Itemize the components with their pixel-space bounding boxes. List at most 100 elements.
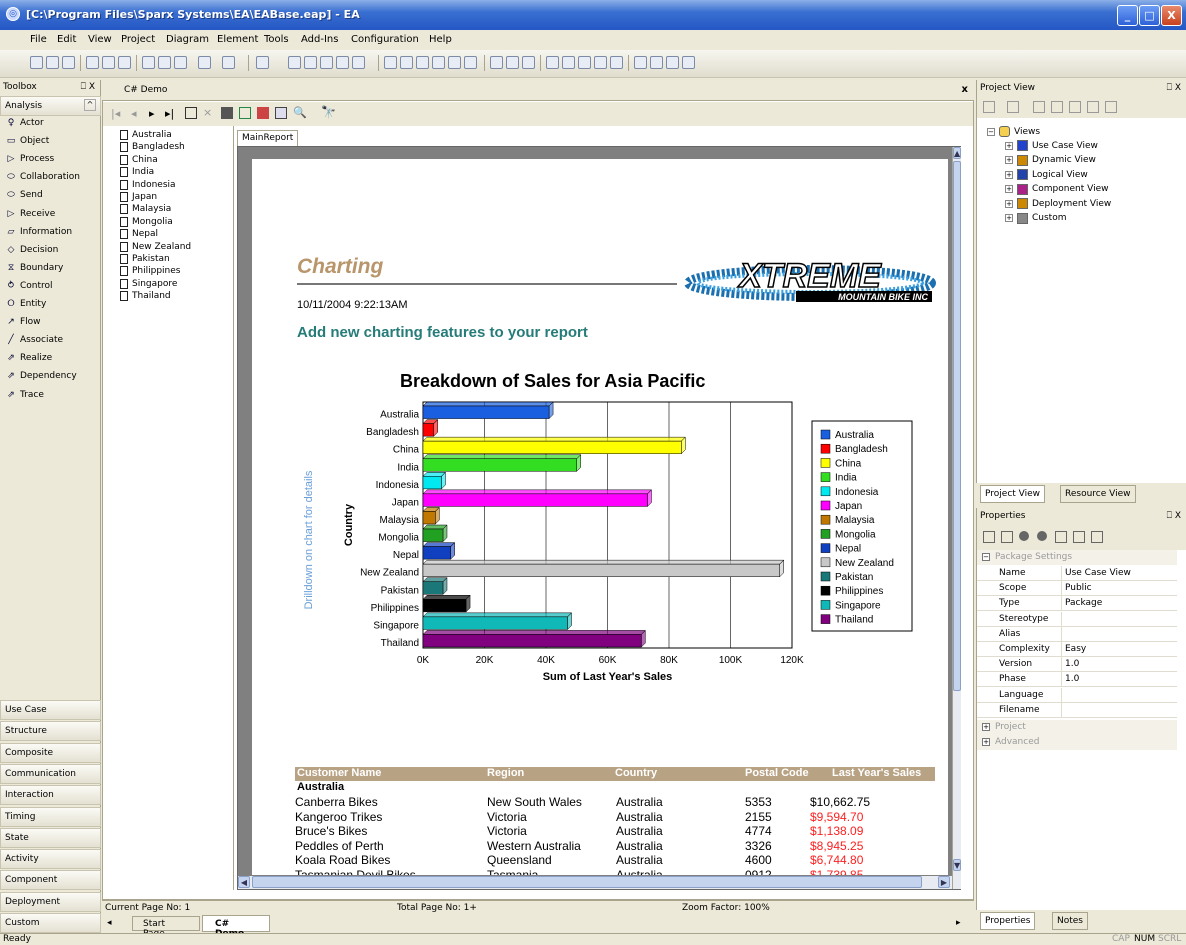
toolbox-item-object[interactable]: ▭ Object [6,136,50,146]
tab-csharp-demo[interactable]: C# Demo [202,915,270,939]
property-row-filename[interactable]: Filename [977,702,1177,718]
toolbox-item-collaboration[interactable]: ⬭ Collaboration [6,172,80,182]
bar-chart[interactable]: 0K 20K 40K 60K 80K 100K 120K Australia Banglades… [292,395,932,715]
tree-node-philippines[interactable]: Philippines [120,266,181,277]
tree-node-malaysia[interactable]: Malaysia [120,204,171,215]
property-row-name[interactable]: Name Use Case View [977,566,1177,581]
property-value[interactable]: Use Case View [1065,568,1131,578]
first-page-icon[interactable]: |◂ [111,107,120,120]
toolbox-category-structure[interactable]: Structure [0,721,101,742]
new-diagram-icon[interactable] [1007,101,1019,113]
toolbox-item-send[interactable]: ⬭ Send [6,190,43,200]
toolbox-category-state[interactable]: State [0,827,101,848]
toggle-tree-icon[interactable] [275,107,287,119]
same-size-icon[interactable] [464,56,477,69]
property-value[interactable]: 1.0 [1065,659,1079,669]
print-report-icon[interactable] [221,107,233,119]
table-row[interactable]: Peddles of Perth Western Australia Austral… [252,839,948,853]
toolbox-category-custom[interactable]: Custom [0,913,101,933]
toolbox-category-use-case[interactable]: Use Case [0,700,101,720]
toolbox-item-realize[interactable]: ⇗ Realize [6,353,52,363]
menu-project[interactable]: Project [121,34,155,45]
grid-icon[interactable] [650,56,663,69]
table-row[interactable]: Tasmanian Devil Bikes Tasmania Australia 09… [252,868,948,876]
section-project[interactable]: + Project [977,720,1177,735]
print-preview-icon[interactable] [142,56,155,69]
new-package-icon[interactable] [983,101,995,113]
link-icon[interactable] [256,56,269,69]
save-icon[interactable] [62,56,75,69]
pin-icon[interactable] [1073,531,1085,543]
expand-icon[interactable]: + [982,723,990,731]
zoom-page-icon[interactable] [610,56,623,69]
tree-node-india[interactable]: India [120,167,154,178]
align-bottom-icon[interactable] [448,56,461,69]
tree-node-indonesia[interactable]: Indonesia [120,179,176,190]
bar-pakistan[interactable] [422,577,448,595]
menu-help[interactable]: Help [429,34,452,45]
toolbox-item-information[interactable]: ▱ Information [6,227,73,237]
section-package-settings[interactable]: − Package Settings [977,550,1177,565]
toolbox-item-receive[interactable]: ▷ Receive [6,209,56,219]
search-icon[interactable]: 🔭 [321,105,336,119]
refresh-icon[interactable] [239,107,251,119]
property-value[interactable]: Public [1065,583,1092,593]
tab-start-page[interactable]: Start Page [132,916,200,939]
toolbox-item-trace[interactable]: ⇗ Trace [6,390,44,400]
menu-add-ins[interactable]: Add-Ins [301,34,338,45]
text-icon[interactable] [320,56,333,69]
toolbox-category-analysis[interactable]: Analysis ^ [0,96,101,116]
event-icon[interactable] [1037,531,1047,541]
menu-diagram[interactable]: Diagram [166,34,209,45]
properties-icon[interactable] [198,56,211,69]
toolbox-category-activity[interactable]: Activity [0,849,101,870]
align-left-icon[interactable] [384,56,397,69]
bar-philippines[interactable] [422,594,471,613]
bar-nepal[interactable] [422,541,456,560]
toolbox-item-boundary[interactable]: ⧖ Boundary [6,263,64,273]
expand-icon[interactable]: + [1005,214,1013,222]
align-center-icon[interactable] [400,56,413,69]
property-row-version[interactable]: Version 1.0 [977,657,1177,673]
last-page-icon[interactable]: ▸| [165,107,174,120]
table-row[interactable]: Bruce's Bikes Victoria Australia 4774 $1,138… [252,824,948,838]
tree-node-china[interactable]: China [120,154,158,165]
toolbox-category-timing[interactable]: Timing [0,806,101,827]
bar-china[interactable] [422,436,686,455]
expand-icon[interactable]: + [1005,156,1013,164]
expand-icon[interactable]: + [1005,199,1013,208]
tree-node-use-case-view[interactable]: + Use Case View [1005,140,1098,151]
expand-icon[interactable]: + [1005,185,1013,193]
toolbox-item-process[interactable]: ▷ Process [6,154,55,164]
tree-node-singapore[interactable]: Singapore [120,278,177,289]
copy-icon[interactable] [102,56,115,69]
table-row[interactable]: Canberra Bikes New South Wales Australia 53… [252,795,948,809]
menu-tools[interactable]: Tools [264,34,289,45]
menu-configuration[interactable]: Configuration [351,34,419,45]
select-icon[interactable] [288,56,301,69]
property-row-alias[interactable]: Alias [977,626,1177,642]
toolbox-category-component[interactable]: Component [0,870,101,891]
toolbox-item-entity[interactable]: ⭘ Entity [6,299,46,309]
delete-icon[interactable] [682,56,695,69]
tree-node-component-view[interactable]: + Component View [1005,183,1108,195]
bar-singapore[interactable] [422,612,573,631]
property-value[interactable]: Easy [1065,644,1086,654]
toolbox-item-dependency[interactable]: ⇗ Dependency [6,371,76,381]
tab-scroll-right-icon[interactable]: ▸ [956,918,961,928]
export-icon[interactable] [257,107,269,119]
vertical-scrollbar[interactable]: ▲ ▼ [952,147,961,889]
tree-node-thailand[interactable]: Thailand [120,291,171,302]
new-icon[interactable] [30,56,43,69]
tab-project-view[interactable]: Project View [980,485,1046,503]
table-row[interactable]: Koala Road Bikes Queensland Australia 4600 $… [252,853,948,867]
align-top-icon[interactable] [432,56,445,69]
document-icon[interactable] [1105,101,1117,113]
expand-icon[interactable]: + [1005,170,1013,179]
collapse-icon[interactable]: − [982,553,990,561]
scroll-left-button[interactable]: ◀ [238,876,250,888]
stop-icon[interactable]: × [203,106,212,119]
bar-indonesia[interactable] [422,471,447,490]
forward-icon[interactable] [506,56,519,69]
move-up-icon[interactable] [1051,101,1063,113]
